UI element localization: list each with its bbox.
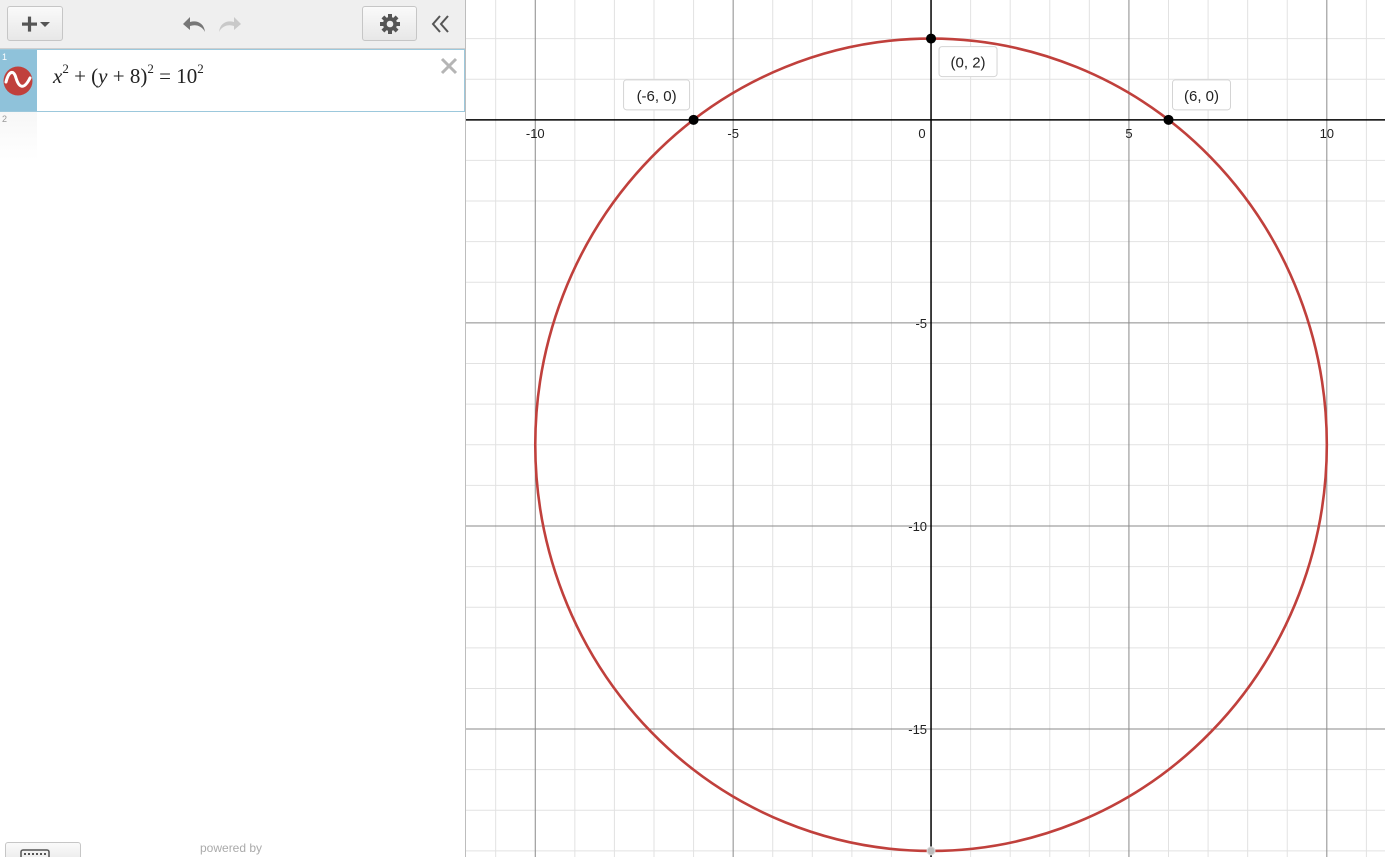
graph-canvas[interactable]: -10 -5 0 5 10 -5 -10 -15 (-6, 0) (0, 2) (6, 0) (466, 0, 1385, 857)
redo-button[interactable] (215, 12, 243, 36)
expression-index: 2 (2, 114, 8, 124)
keyboard-icon (20, 849, 50, 857)
x-tick-label: -5 (727, 126, 739, 141)
expression-tab[interactable]: 1 (0, 50, 37, 111)
point-marker (926, 846, 936, 856)
x-tick-label: 0 (918, 126, 925, 141)
point-label: (0, 2) (938, 46, 998, 78)
add-item-button[interactable] (7, 6, 63, 41)
empty-expression-row[interactable]: 2 (0, 112, 465, 160)
gear-icon (379, 13, 400, 34)
expression-row[interactable]: 1 x2 + (y + 8)2 = 102 (0, 49, 465, 112)
plus-caret-icon (22, 16, 50, 32)
x-tick-label: 10 (1320, 126, 1334, 141)
axis-tick-labels: -10 -5 0 5 10 -5 -10 -15 (526, 126, 1334, 737)
collapse-panel-button[interactable] (426, 10, 456, 38)
graph-color-icon[interactable] (3, 66, 33, 96)
redo-arrow-icon (219, 17, 241, 32)
point-label-text: (0, 2) (951, 55, 986, 72)
point-marker (1163, 114, 1174, 125)
graph-settings-button[interactable] (362, 6, 417, 41)
point-label-text: (-6, 0) (637, 88, 677, 105)
point-marker (926, 33, 937, 44)
keyboard-button[interactable] (5, 842, 81, 857)
y-tick-label: -15 (908, 722, 927, 737)
undo-button[interactable] (181, 12, 209, 36)
undo-arrow-icon (183, 17, 205, 32)
close-icon (440, 57, 458, 75)
point-label-text: (6, 0) (1184, 88, 1219, 105)
expression-panel: 1 x2 + (y + 8)2 = 102 2 powered by (0, 0, 466, 857)
x-tick-label: -10 (526, 126, 545, 141)
y-tick-label: -5 (915, 316, 927, 331)
expression-tab[interactable]: 2 (0, 112, 37, 160)
point-label: (6, 0) (1172, 79, 1232, 111)
point-label: (-6, 0) (623, 79, 691, 111)
expression-toolbar (0, 0, 465, 49)
x-tick-label: 5 (1125, 126, 1132, 141)
powered-by-text: powered by (200, 841, 263, 855)
double-chevron-left-icon (431, 15, 449, 33)
expression-math[interactable]: x2 + (y + 8)2 = 102 (53, 61, 204, 89)
point-marker (688, 114, 699, 125)
y-tick-label: -10 (908, 519, 927, 534)
expression-index: 1 (2, 52, 8, 62)
delete-expression-button[interactable] (438, 55, 460, 77)
